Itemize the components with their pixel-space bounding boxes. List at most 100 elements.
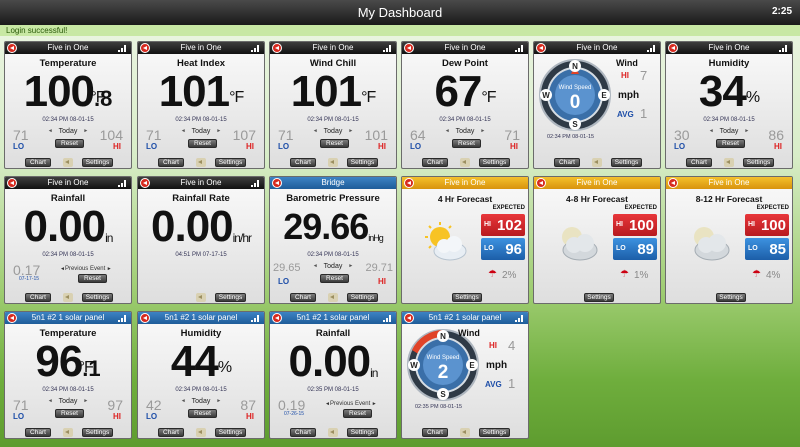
period-selector[interactable]: Today <box>138 398 264 405</box>
humidity-tile[interactable]: Five in One Humidity 34% 02:34 PM 08-01-… <box>665 41 793 169</box>
lo-label: LO <box>146 142 158 151</box>
speaker-icon[interactable] <box>196 428 206 437</box>
settings-button[interactable]: Settings <box>215 293 246 302</box>
forecast-low: LO 89 <box>613 238 657 260</box>
back-arrow-icon[interactable] <box>668 178 678 188</box>
speaker-icon[interactable] <box>63 293 73 302</box>
reset-button[interactable]: Reset <box>343 409 372 418</box>
settings-button[interactable]: Settings <box>347 293 378 302</box>
back-arrow-icon[interactable] <box>140 313 150 323</box>
speaker-icon[interactable] <box>460 158 470 167</box>
forecast-8-12hr-tile[interactable]: Five in One 8-12 Hr Forecast EXPECTED HI… <box>665 176 793 304</box>
rainfall-2-tile[interactable]: 5n1 #2 1 solar panel Rainfall 0.00in 02:… <box>269 311 397 439</box>
reset-button[interactable]: Reset <box>55 139 84 148</box>
back-arrow-icon[interactable] <box>404 313 414 323</box>
speaker-icon[interactable] <box>196 158 206 167</box>
wind-chill-tile[interactable]: Five in One Wind Chill 101°F 02:34 PM 08… <box>269 41 397 169</box>
settings-button[interactable]: Settings <box>82 293 113 302</box>
chart-button[interactable]: Chart <box>290 158 316 167</box>
rainfall-rate-tile[interactable]: Five in One Rainfall Rate 0.00in/hr 04:5… <box>137 176 265 304</box>
reset-button[interactable]: Reset <box>452 139 481 148</box>
back-arrow-icon[interactable] <box>536 43 546 53</box>
back-arrow-icon[interactable] <box>272 178 282 188</box>
back-arrow-icon[interactable] <box>536 178 546 188</box>
speaker-icon[interactable] <box>328 293 338 302</box>
chart-button[interactable]: Chart <box>158 428 184 437</box>
heat-index-tile[interactable]: Five in One Heat Index 101°F 02:34 PM 08… <box>137 41 265 169</box>
wind-2-tile[interactable]: 5n1 #2 1 solar panel N S W E Wind Speed … <box>401 311 529 439</box>
period-selector[interactable]: Today <box>270 128 396 135</box>
chart-button[interactable]: Chart <box>290 293 316 302</box>
period-selector[interactable]: Today <box>138 128 264 135</box>
settings-button[interactable]: Settings <box>215 428 246 437</box>
speaker-icon[interactable] <box>724 158 734 167</box>
settings-button[interactable]: Settings <box>584 293 614 302</box>
period-selector[interactable]: Today <box>666 128 792 135</box>
settings-button[interactable]: Settings <box>347 428 378 437</box>
reset-button[interactable]: Reset <box>78 274 107 283</box>
settings-button[interactable]: Settings <box>479 158 510 167</box>
speaker-icon[interactable] <box>196 293 206 302</box>
reset-button[interactable]: Reset <box>188 409 217 418</box>
forecast-4hr-tile[interactable]: Five in One 4 Hr Forecast EXPECTED HI 102… <box>401 176 529 304</box>
speaker-icon[interactable] <box>460 428 470 437</box>
chart-button[interactable]: Chart <box>25 293 51 302</box>
back-arrow-icon[interactable] <box>7 313 17 323</box>
back-arrow-icon[interactable] <box>272 313 282 323</box>
back-arrow-icon[interactable] <box>7 178 17 188</box>
back-arrow-icon[interactable] <box>140 43 150 53</box>
settings-button[interactable]: Settings <box>743 158 774 167</box>
period-selector[interactable]: Today <box>5 398 131 405</box>
settings-button[interactable]: Settings <box>215 158 246 167</box>
speaker-icon[interactable] <box>63 428 73 437</box>
speaker-icon[interactable] <box>328 158 338 167</box>
humidity-2-tile[interactable]: 5n1 #2 1 solar panel Humidity 44% 02:34 … <box>137 311 265 439</box>
reset-button[interactable]: Reset <box>320 139 349 148</box>
chart-button[interactable]: Chart <box>290 428 316 437</box>
reset-button[interactable]: Reset <box>188 139 217 148</box>
back-arrow-icon[interactable] <box>272 43 282 53</box>
previous-event-selector[interactable]: Previous Event <box>325 401 377 407</box>
back-arrow-icon[interactable] <box>404 43 414 53</box>
chart-button[interactable]: Chart <box>554 158 580 167</box>
back-arrow-icon[interactable] <box>404 178 414 188</box>
chart-button[interactable]: Chart <box>25 158 51 167</box>
speaker-icon[interactable] <box>63 158 73 167</box>
settings-button[interactable]: Settings <box>611 158 642 167</box>
forecast-4-8hr-tile[interactable]: Five in One 4-8 Hr Forecast EXPECTED HI 1… <box>533 176 661 304</box>
signal-strength-icon <box>383 315 392 322</box>
tile-header: Five in One <box>138 177 264 189</box>
back-arrow-icon[interactable] <box>140 178 150 188</box>
avg-label: AVG <box>617 110 634 119</box>
reset-button[interactable]: Reset <box>320 274 349 283</box>
settings-button[interactable]: Settings <box>347 158 378 167</box>
back-arrow-icon[interactable] <box>7 43 17 53</box>
temperature-2-tile[interactable]: 5n1 #2 1 solar panel Temperature 96.1 °F … <box>4 311 132 439</box>
chart-button[interactable]: Chart <box>25 428 51 437</box>
settings-button[interactable]: Settings <box>479 428 510 437</box>
chart-button[interactable]: Chart <box>686 158 712 167</box>
temperature-tile[interactable]: Five in One Temperature 100.8 °F 02:34 PM… <box>4 41 132 169</box>
period-selector[interactable]: Today <box>5 128 131 135</box>
reset-button[interactable]: Reset <box>55 409 84 418</box>
settings-button[interactable]: Settings <box>452 293 482 302</box>
speaker-icon[interactable] <box>328 428 338 437</box>
barometric-pressure-tile[interactable]: Bridge Barometric Pressure 29.66inHg 02:… <box>269 176 397 304</box>
period-selector[interactable]: Today <box>270 263 396 270</box>
rainfall-tile[interactable]: Five in One Rainfall 0.00in 02:34 PM 08-… <box>4 176 132 304</box>
back-arrow-icon[interactable] <box>668 43 678 53</box>
tile-header: Five in One <box>534 42 660 54</box>
previous-event-selector[interactable]: Previous Event <box>60 266 112 272</box>
wind-tile[interactable]: Five in One N S W E Wind Speed 0 Wind HI… <box>533 41 661 169</box>
chart-button[interactable]: Chart <box>422 158 448 167</box>
current-value: 34% <box>698 67 760 116</box>
settings-button[interactable]: Settings <box>716 293 746 302</box>
settings-button[interactable]: Settings <box>82 428 113 437</box>
settings-button[interactable]: Settings <box>82 158 113 167</box>
period-selector[interactable]: Today <box>402 128 528 135</box>
chart-button[interactable]: Chart <box>422 428 448 437</box>
chart-button[interactable]: Chart <box>158 158 184 167</box>
dew-point-tile[interactable]: Five in One Dew Point 67°F 02:34 PM 08-0… <box>401 41 529 169</box>
speaker-icon[interactable] <box>592 158 602 167</box>
reset-button[interactable]: Reset <box>716 139 745 148</box>
